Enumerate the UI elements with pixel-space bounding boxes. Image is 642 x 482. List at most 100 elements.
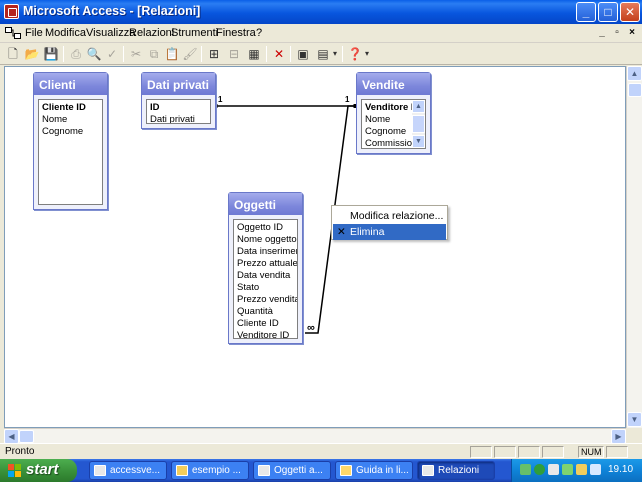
open-folder-icon[interactable]: 📂 bbox=[24, 46, 40, 62]
field-nome-oggetto[interactable]: Nome oggetto bbox=[237, 234, 297, 246]
menu-finestra[interactable]: Finestra bbox=[216, 27, 256, 39]
toolbar: 🗋 📂 💾 ⎙ 🔍 ✓ ✂ ⧉ 📋 🖌 ⊞ ⊟ ▦ ✕ ▣ ▤ ▾ ❓ ▾ bbox=[0, 43, 642, 65]
show-table-icon[interactable]: ⊞ bbox=[206, 46, 222, 62]
table-clienti-fields: Cliente ID Nome Cognome bbox=[38, 99, 103, 205]
menu-file[interactable]: File bbox=[25, 27, 43, 39]
field-dati-privati[interactable]: Dati privati bbox=[150, 114, 210, 123]
relationships-menu-icon[interactable] bbox=[5, 27, 21, 40]
scroll-up-arrow-icon[interactable]: ▲ bbox=[627, 66, 642, 81]
status-pane bbox=[606, 446, 628, 458]
num-lock-indicator: NUM bbox=[578, 446, 604, 458]
taskbar-item-label: esempio ... bbox=[192, 465, 241, 476]
title-bar: Microsoft Access - [Relazioni] _ □ ✕ bbox=[0, 0, 642, 24]
taskbar-item-label: Relazioni bbox=[438, 465, 480, 476]
taskbar-item-accessve[interactable]: accessve... bbox=[89, 461, 167, 480]
horizontal-scrollbar[interactable]: ◀ ▶ bbox=[4, 428, 626, 444]
field-quantita[interactable]: Quantità bbox=[237, 306, 297, 318]
field-cognome[interactable]: Cognome bbox=[42, 126, 102, 138]
scroll-down-arrow-icon[interactable]: ▼ bbox=[412, 135, 425, 148]
field-cliente-id[interactable]: Cliente ID bbox=[237, 318, 297, 330]
copy-icon[interactable]: ⧉ bbox=[146, 46, 162, 62]
print-icon[interactable]: ⎙ bbox=[68, 46, 84, 62]
menu-relazioni[interactable]: Relazioni bbox=[129, 27, 174, 39]
show-direct-icon[interactable]: ⊟ bbox=[226, 46, 242, 62]
minimize-button[interactable]: _ bbox=[576, 2, 596, 22]
field-oggetto-id[interactable]: Oggetto ID bbox=[237, 222, 297, 234]
new-file-icon[interactable]: 🗋 bbox=[5, 46, 21, 62]
show-all-icon[interactable]: ▦ bbox=[246, 46, 262, 62]
vertical-scrollbar[interactable]: ▲ ▼ bbox=[626, 66, 642, 428]
new-object-icon[interactable]: ▤ bbox=[315, 46, 331, 62]
display-icon[interactable] bbox=[576, 464, 587, 475]
database-window-icon[interactable]: ▣ bbox=[295, 46, 311, 62]
status-bar: Pronto NUM bbox=[0, 443, 642, 459]
taskbar-item-esempio[interactable]: esempio ... bbox=[171, 461, 249, 480]
spelling-icon[interactable]: ✓ bbox=[104, 46, 120, 62]
mdi-close-button[interactable]: × bbox=[626, 27, 638, 39]
menu-help[interactable]: ? bbox=[256, 27, 262, 39]
table-vendite-scrollbar[interactable]: ▲ ▼ bbox=[412, 100, 425, 148]
horizontal-scroll-thumb[interactable] bbox=[19, 430, 34, 443]
network-icon[interactable] bbox=[520, 464, 531, 475]
taskbar-item-relazioni[interactable]: Relazioni bbox=[417, 461, 495, 480]
field-id[interactable]: ID bbox=[150, 102, 210, 114]
field-prezzo-vendita[interactable]: Prezzo vendita bbox=[237, 294, 297, 306]
relationships-canvas[interactable]: 1 1 ∞ Clienti Cliente ID Nome Cognome Da… bbox=[4, 66, 626, 428]
close-button[interactable]: ✕ bbox=[620, 2, 640, 22]
access-app-icon[interactable] bbox=[4, 4, 19, 19]
cardinality-one-vendite: 1 bbox=[345, 95, 350, 104]
print-preview-icon[interactable]: 🔍 bbox=[86, 46, 102, 62]
table-dati-privati-title[interactable]: Dati privati bbox=[142, 73, 215, 95]
menu-visualizza[interactable]: Visualizza bbox=[86, 27, 135, 39]
table-oggetti-title[interactable]: Oggetti bbox=[229, 193, 302, 215]
table-oggetti[interactable]: Oggetti Oggetto ID Nome oggetto Data ins… bbox=[228, 192, 303, 344]
delete-icon[interactable]: ✕ bbox=[271, 46, 287, 62]
field-stato[interactable]: Stato bbox=[237, 282, 297, 294]
field-prezzo-attuale[interactable]: Prezzo attuale bbox=[237, 258, 297, 270]
vertical-scroll-thumb[interactable] bbox=[628, 83, 642, 97]
taskbar-item-oggetti[interactable]: Oggetti a... bbox=[253, 461, 331, 480]
help-dropdown-icon[interactable]: ▾ bbox=[363, 46, 371, 62]
messenger-icon[interactable] bbox=[548, 464, 559, 475]
table-clienti[interactable]: Clienti Cliente ID Nome Cognome bbox=[33, 72, 108, 210]
field-nome[interactable]: Nome bbox=[42, 114, 102, 126]
scroll-thumb[interactable] bbox=[412, 115, 425, 133]
paste-icon[interactable]: 📋 bbox=[164, 46, 180, 62]
menu-item-modifica-relazione[interactable]: Modifica relazione... bbox=[333, 208, 446, 224]
mdi-minimize-button[interactable]: _ bbox=[596, 27, 608, 39]
menu-modifica[interactable]: Modifica bbox=[45, 27, 86, 39]
field-cliente-id[interactable]: Cliente ID bbox=[42, 102, 102, 114]
scroll-right-arrow-icon[interactable]: ▶ bbox=[611, 429, 626, 444]
maximize-button[interactable]: □ bbox=[598, 2, 618, 22]
start-button[interactable]: start bbox=[0, 459, 77, 482]
table-vendite-title[interactable]: Vendite bbox=[357, 73, 430, 95]
table-vendite[interactable]: Vendite Venditore ID Nome Cognome Commis… bbox=[356, 72, 431, 154]
mdi-restore-button[interactable]: ▫ bbox=[611, 27, 623, 39]
menu-bar: File Modifica Visualizza Relazioni Strum… bbox=[0, 24, 642, 43]
field-venditore-id[interactable]: Venditore ID bbox=[237, 330, 297, 338]
taskbar-item-label: Oggetti a... bbox=[274, 465, 323, 476]
update-icon[interactable] bbox=[562, 464, 573, 475]
table-dati-privati[interactable]: Dati privati ID Dati privati bbox=[141, 72, 216, 129]
table-clienti-title[interactable]: Clienti bbox=[34, 73, 107, 95]
new-object-dropdown-icon[interactable]: ▾ bbox=[331, 46, 339, 62]
volume-icon[interactable] bbox=[590, 464, 601, 475]
status-pane bbox=[470, 446, 492, 458]
menu-item-elimina[interactable]: ✕ Elimina bbox=[333, 224, 446, 240]
table-dati-privati-fields: ID Dati privati bbox=[146, 99, 211, 124]
menu-strumenti[interactable]: Strumenti bbox=[171, 27, 218, 39]
cut-icon[interactable]: ✂ bbox=[128, 46, 144, 62]
delete-x-icon: ✕ bbox=[337, 226, 346, 238]
field-data-inserimento[interactable]: Data inserimento bbox=[237, 246, 297, 258]
scroll-down-arrow-icon[interactable]: ▼ bbox=[627, 412, 642, 427]
menu-item-elimina-label: Elimina bbox=[350, 226, 385, 238]
format-painter-icon[interactable]: 🖌 bbox=[182, 46, 198, 62]
help-icon[interactable]: ❓ bbox=[347, 46, 363, 62]
field-data-vendita[interactable]: Data vendita bbox=[237, 270, 297, 282]
scroll-up-arrow-icon[interactable]: ▲ bbox=[412, 100, 425, 113]
scroll-left-arrow-icon[interactable]: ◀ bbox=[4, 429, 19, 444]
taskbar-item-guida[interactable]: Guida in li... bbox=[335, 461, 413, 480]
cardinality-one-datiprivati: 1 bbox=[218, 95, 223, 104]
antivirus-icon[interactable] bbox=[534, 464, 545, 475]
save-icon[interactable]: 💾 bbox=[43, 46, 59, 62]
